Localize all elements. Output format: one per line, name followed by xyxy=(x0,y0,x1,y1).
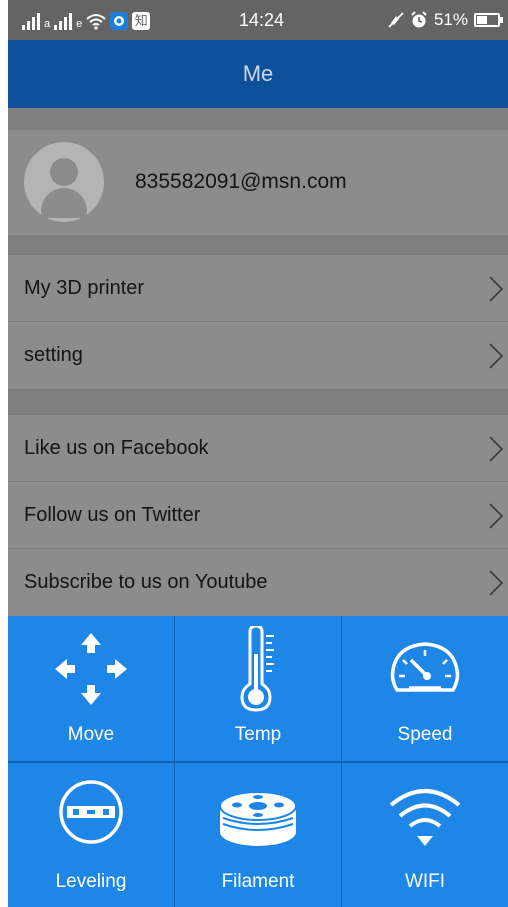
chevron-right-icon xyxy=(489,276,504,302)
app-icon xyxy=(110,12,129,30)
tool-label: Move xyxy=(67,724,115,745)
chevron-right-icon xyxy=(489,436,504,462)
menu-item-facebook[interactable]: Like us on Facebook xyxy=(8,415,508,482)
menu-item-label: Subscribe to us on Youtube xyxy=(24,571,268,593)
user-email: 835582091@msn.com xyxy=(135,170,347,193)
tool-label: WIFI xyxy=(404,871,446,892)
alarm-icon xyxy=(411,11,427,28)
move-arrows-icon xyxy=(55,633,127,705)
phone-screen: a e 知 14:24 51% Me 835582091@msn.com My … xyxy=(8,0,508,907)
menu-item-label: Follow us on Twitter xyxy=(24,504,201,526)
tool-label: Leveling xyxy=(55,871,127,892)
avatar[interactable] xyxy=(24,142,104,222)
tool-label: Speed xyxy=(397,724,453,745)
menu-item-label: Like us on Facebook xyxy=(24,437,209,459)
menu-item-twitter[interactable]: Follow us on Twitter xyxy=(8,482,508,549)
menu-item-label: setting xyxy=(24,344,83,366)
title-bar: Me xyxy=(8,40,508,108)
menu-group-social: Like us on Facebook Follow us on Twitter… xyxy=(8,415,508,616)
tool-wifi-button[interactable]: WIFI xyxy=(342,763,508,907)
menu-item-my-3d-printer[interactable]: My 3D printer xyxy=(8,255,508,322)
tool-speed-button[interactable]: Speed xyxy=(342,616,508,761)
battery-percent: 51% xyxy=(433,10,468,29)
menu-item-youtube[interactable]: Subscribe to us on Youtube xyxy=(8,549,508,616)
chevron-right-icon xyxy=(489,503,504,529)
battery-icon xyxy=(474,13,503,27)
signal-icon xyxy=(54,12,73,30)
wifi-icon xyxy=(389,789,461,846)
mute-icon xyxy=(388,12,404,28)
tool-temp-button[interactable]: Temp xyxy=(175,616,341,761)
signal-network-letter: e xyxy=(76,18,83,30)
status-bar: a e 知 14:24 51% xyxy=(8,0,508,40)
menu-group-device: My 3D printer setting xyxy=(8,255,508,389)
menu-item-setting[interactable]: setting xyxy=(8,322,508,389)
signal-network-letter: a xyxy=(44,18,51,30)
chevron-right-icon xyxy=(489,570,504,596)
wifi-icon xyxy=(86,14,106,30)
signal-icon xyxy=(22,12,40,30)
status-left-icons: a e 知 xyxy=(22,10,151,30)
tool-label: Temp xyxy=(234,724,282,745)
status-time: 14:24 xyxy=(239,10,285,30)
profile-content: 835582091@msn.com My 3D printer setting … xyxy=(8,108,508,616)
tool-move-button[interactable]: Move xyxy=(8,616,174,761)
avatar-head-shape xyxy=(50,158,78,186)
chevron-right-icon xyxy=(489,343,504,369)
tool-label: Filament xyxy=(221,871,295,892)
profile-card[interactable]: 835582091@msn.com xyxy=(8,130,508,235)
thermometer-icon xyxy=(240,626,274,712)
menu-item-label: My 3D printer xyxy=(24,277,145,299)
page-title: Me xyxy=(242,61,274,86)
status-right-icons: 51% xyxy=(388,10,503,30)
tool-leveling-button[interactable]: Leveling xyxy=(8,763,174,907)
grid-divider xyxy=(8,761,508,763)
tool-filament-button[interactable]: Filament xyxy=(175,763,341,907)
zhihu-icon: 知 xyxy=(132,12,151,30)
tool-grid: Move Temp Speed Leveling Filament WIFI xyxy=(8,616,508,907)
level-icon xyxy=(59,780,123,844)
avatar-body-shape xyxy=(41,188,87,218)
filament-spool-icon xyxy=(219,791,297,846)
speedometer-icon xyxy=(390,642,460,692)
